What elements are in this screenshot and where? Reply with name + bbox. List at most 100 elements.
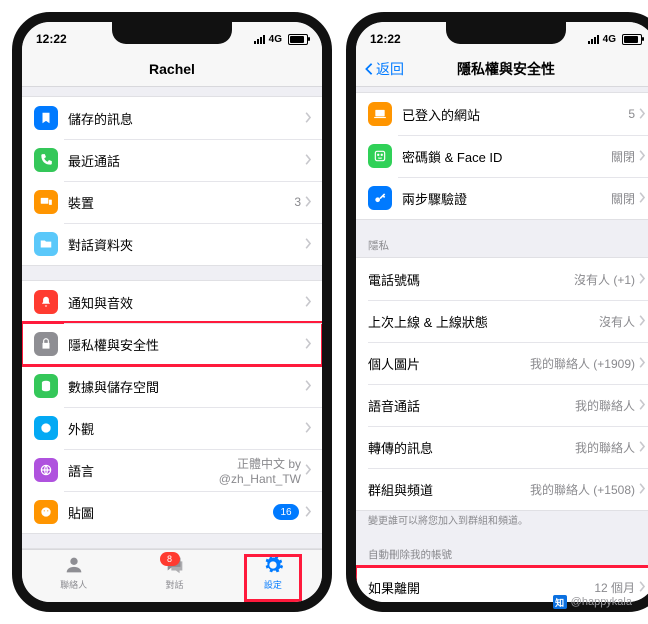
battery-icon [288, 34, 308, 45]
row-recent-calls[interactable]: 最近通話 [22, 139, 322, 181]
zhihu-icon: 知 [553, 595, 567, 609]
row-phone-number[interactable]: 電話號碼 沒有人 (+1) [356, 258, 648, 300]
tab-label: 對話 [165, 578, 183, 591]
chevron-right-icon [639, 482, 646, 497]
row-label: 最近通話 [68, 151, 305, 170]
tab-label: 設定 [264, 578, 282, 591]
row-detail: 關閉 [611, 148, 635, 165]
row-appearance[interactable]: 外觀 [22, 407, 322, 449]
chevron-right-icon [305, 463, 312, 478]
row-detail: 我的聯絡人 [575, 397, 635, 414]
chevron-left-icon [364, 62, 374, 76]
row-label: 語言 [68, 461, 171, 480]
carrier-label: 4G [603, 34, 616, 45]
row-language[interactable]: 語言 正體中文 by @zh_Hant_TW [22, 449, 322, 491]
privacy-scroll[interactable]: 已登入的網站 5 密碼鎖 & Face ID 關閉 兩步驟驗證 關閉 [356, 86, 648, 602]
row-detail: 關閉 [611, 190, 635, 207]
row-active-sessions[interactable]: 已登入的網站 5 [356, 93, 648, 135]
status-right: 4G [588, 34, 642, 45]
row-detail: 我的聯絡人 (+1508) [530, 481, 635, 498]
row-detail: 沒有人 [599, 313, 635, 330]
row-detail: 我的聯絡人 [575, 439, 635, 456]
chevron-right-icon [305, 153, 312, 168]
row-detail: 正體中文 by @zh_Hant_TW [171, 455, 301, 486]
group-privacy: 電話號碼 沒有人 (+1) 上次上線 & 上線狀態 沒有人 個人圖片 我的聯絡人… [356, 257, 648, 511]
row-saved-messages[interactable]: 儲存的訊息 [22, 97, 322, 139]
privacy-footer: 變更誰可以將您加入到群組和頻道。 [356, 511, 648, 529]
row-label: 外觀 [68, 419, 305, 438]
row-label: 已登入的網站 [402, 105, 628, 124]
row-detail: 12 個月 [594, 579, 635, 596]
chevron-right-icon [305, 237, 312, 252]
tab-settings[interactable]: 設定 [262, 554, 284, 602]
row-label: 隱私權與安全性 [68, 335, 305, 354]
chevron-right-icon [639, 272, 646, 287]
tab-chats[interactable]: 8 對話 [164, 554, 186, 602]
row-last-seen[interactable]: 上次上線 & 上線狀態 沒有人 [356, 300, 648, 342]
faceid-icon [368, 144, 392, 168]
watermark-text: @happykala [571, 596, 632, 608]
back-button[interactable]: 返回 [364, 59, 404, 79]
contact-icon [63, 554, 85, 576]
lock-icon [34, 332, 58, 356]
row-data-storage[interactable]: 數據與儲存空間 [22, 365, 322, 407]
folder-icon [34, 232, 58, 256]
nav-bar: Rachel [22, 52, 322, 87]
chevron-right-icon [639, 440, 646, 455]
chevron-right-icon [305, 379, 312, 394]
group-security: 已登入的網站 5 密碼鎖 & Face ID 關閉 兩步驟驗證 關閉 [356, 92, 648, 220]
back-label: 返回 [376, 59, 404, 79]
section-privacy-label: 隱私 [356, 220, 648, 257]
tab-label: 聯絡人 [60, 578, 87, 591]
row-passcode[interactable]: 密碼鎖 & Face ID 關閉 [356, 135, 648, 177]
stickers-badge: 16 [273, 504, 299, 520]
row-profile-photo[interactable]: 個人圖片 我的聯絡人 (+1909) [356, 342, 648, 384]
nav-bar: 返回 隱私權與安全性 [356, 52, 648, 87]
appearance-icon [34, 416, 58, 440]
carrier-label: 4G [269, 34, 282, 45]
row-label: 兩步驟驗證 [402, 189, 611, 208]
row-detail: 5 [628, 107, 635, 121]
row-detail: 我的聯絡人 (+1909) [530, 355, 635, 372]
phone-right: 12:22 4G 返回 隱私權與安全性 已登入的網站 5 [346, 12, 648, 612]
status-time: 12:22 [370, 32, 401, 46]
key-icon [368, 186, 392, 210]
chevron-right-icon [639, 107, 646, 122]
chevron-right-icon [639, 314, 646, 329]
group-app: 通知與音效 隱私權與安全性 數據與儲存空間 [22, 280, 322, 534]
globe-icon [34, 458, 58, 482]
chevron-right-icon [639, 149, 646, 164]
section-delete-label: 自動刪除我的帳號 [356, 529, 648, 566]
row-stickers[interactable]: 貼圖 16 [22, 491, 322, 533]
row-label: 裝置 [68, 193, 294, 212]
chevron-right-icon [639, 580, 646, 595]
row-forwarded[interactable]: 轉傳的訊息 我的聯絡人 [356, 426, 648, 468]
battery-icon [622, 34, 642, 45]
row-two-step[interactable]: 兩步驟驗證 關閉 [356, 177, 648, 219]
row-voice-calls[interactable]: 語音通話 我的聯絡人 [356, 384, 648, 426]
row-label: 對話資料夾 [68, 235, 305, 254]
page-title: Rachel [149, 61, 195, 77]
row-label: 貼圖 [68, 503, 273, 522]
row-label: 數據與儲存空間 [68, 377, 305, 396]
notch [112, 22, 232, 44]
signal-icon [254, 35, 265, 44]
row-label: 電話號碼 [368, 270, 574, 289]
group-general: 儲存的訊息 最近通話 裝置 3 [22, 96, 322, 266]
row-notifications[interactable]: 通知與音效 [22, 281, 322, 323]
sticker-icon [34, 500, 58, 524]
row-privacy-security[interactable]: 隱私權與安全性 [22, 323, 322, 365]
tab-bar: 聯絡人 8 對話 設定 [22, 549, 322, 602]
settings-scroll[interactable]: 儲存的訊息 最近通話 裝置 3 [22, 86, 322, 554]
notch [446, 22, 566, 44]
row-label: 轉傳的訊息 [368, 438, 575, 457]
chevron-right-icon [305, 505, 312, 520]
chevron-right-icon [639, 356, 646, 371]
chats-badge: 8 [160, 552, 180, 566]
laptop-icon [368, 102, 392, 126]
row-groups-channels[interactable]: 群組與頻道 我的聯絡人 (+1508) [356, 468, 648, 510]
row-devices[interactable]: 裝置 3 [22, 181, 322, 223]
tab-contacts[interactable]: 聯絡人 [60, 554, 87, 602]
row-chat-folders[interactable]: 對話資料夾 [22, 223, 322, 265]
chevron-right-icon [305, 111, 312, 126]
